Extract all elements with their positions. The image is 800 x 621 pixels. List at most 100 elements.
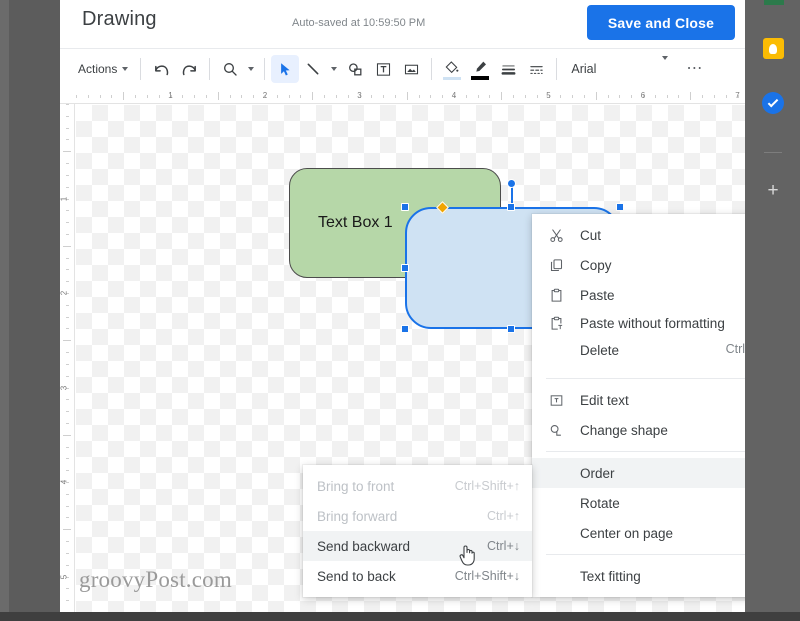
- keep-icon[interactable]: [762, 38, 784, 59]
- ruler-tick: [63, 340, 71, 342]
- menu-item-change-shape-label: Change shape: [580, 422, 668, 438]
- actions-menu-label: Actions: [78, 62, 118, 76]
- line-dropdown-caret[interactable]: [327, 55, 341, 83]
- menu-item-paste[interactable]: Paste Ctrl+V: [532, 280, 745, 310]
- menu-item-order[interactable]: Order: [532, 458, 745, 488]
- undo-icon[interactable]: [147, 55, 175, 83]
- menu-item-rotate[interactable]: Rotate: [532, 488, 745, 518]
- ruler-tick: [66, 186, 69, 188]
- text-box-icon[interactable]: [369, 55, 397, 83]
- ruler-label: 3: [60, 385, 69, 390]
- submenu-item-bring-to-front: Bring to front Ctrl+Shift+↑: [303, 471, 532, 501]
- ruler-tick: [536, 95, 538, 98]
- submenu-item-send-to-back-label: Send to back: [317, 568, 396, 584]
- menu-item-copy[interactable]: Copy Ctrl+C: [532, 250, 745, 280]
- submenu-item-send-to-back[interactable]: Send to back Ctrl+Shift+↓: [303, 561, 532, 591]
- horizontal-ruler[interactable]: 1 2 3 4 5 6 7: [60, 89, 745, 104]
- ruler-tick: [66, 281, 69, 283]
- menu-item-delete[interactable]: Delete: [532, 336, 745, 364]
- ruler-tick: [595, 92, 597, 100]
- ruler-label: 5: [546, 91, 551, 100]
- border-color-icon[interactable]: [466, 55, 494, 83]
- green-text-box-label: Text Box 1: [318, 214, 393, 231]
- drawing-dialog: Drawing Auto-saved at 10:59:50 PM Save a…: [60, 0, 745, 612]
- shape-icon[interactable]: [341, 55, 369, 83]
- ruler-tick: [394, 95, 396, 98]
- ruler-tick: [288, 95, 290, 98]
- add-panel-button[interactable]: +: [767, 181, 778, 200]
- toolbar-divider: [264, 58, 266, 80]
- edit-text-icon: [546, 390, 566, 410]
- menu-item-text-fitting[interactable]: Text fitting: [532, 561, 745, 591]
- ruler-tick: [182, 95, 184, 98]
- ruler-tick: [66, 552, 69, 554]
- rotate-handle[interactable]: [507, 179, 516, 188]
- ruler-tick: [66, 505, 69, 507]
- selection-handle-top-right[interactable]: [616, 203, 624, 211]
- fill-color-icon[interactable]: [438, 55, 466, 83]
- ruler-tick: [66, 352, 69, 354]
- border-weight-icon[interactable]: [494, 55, 522, 83]
- font-name-button[interactable]: Arial: [563, 56, 604, 82]
- ruler-tick: [690, 92, 692, 100]
- paste-plain-icon: [546, 313, 566, 333]
- chevron-down-icon[interactable]: [656, 54, 674, 84]
- selection-handle-bottom-center[interactable]: [507, 325, 515, 333]
- menu-item-change-shape[interactable]: Change shape: [532, 415, 745, 445]
- ruler-tick: [99, 95, 101, 98]
- ruler-tick: [513, 95, 515, 98]
- ruler-tick: [312, 92, 314, 100]
- zoom-icon[interactable]: [216, 55, 244, 83]
- menu-item-edit-text[interactable]: Edit text: [532, 385, 745, 415]
- toolbar-divider: [556, 58, 558, 80]
- image-icon[interactable]: [397, 55, 425, 83]
- tasks-icon[interactable]: [762, 92, 784, 114]
- selection-handle-top-left[interactable]: [401, 203, 409, 211]
- ruler-tick: [66, 257, 69, 259]
- blank-icon-slot: [546, 463, 566, 483]
- ruler-tick: [524, 95, 526, 98]
- border-dash-icon[interactable]: [522, 55, 550, 83]
- blank-icon-slot: [546, 493, 566, 513]
- toolbar-divider: [431, 58, 433, 80]
- actions-menu-button[interactable]: Actions: [72, 56, 134, 82]
- ruler-tick: [383, 95, 385, 98]
- zoom-dropdown-caret[interactable]: [244, 55, 258, 83]
- menu-item-cut[interactable]: Cut Ctrl+X: [532, 220, 745, 250]
- vertical-ruler[interactable]: 1 2 3 4 5: [60, 104, 75, 612]
- ruler-tick: [63, 151, 71, 153]
- shape-context-menu: Cut Ctrl+X Copy Ctrl+C Paste Ctrl+V: [532, 214, 745, 597]
- ruler-tick: [205, 95, 207, 98]
- redo-icon[interactable]: [175, 55, 203, 83]
- save-and-close-button[interactable]: Save and Close: [587, 5, 735, 40]
- select-icon[interactable]: [271, 55, 300, 83]
- line-icon[interactable]: [299, 55, 327, 83]
- menu-item-paste-without-formatting[interactable]: Paste without formatting: [532, 310, 745, 336]
- more-options-icon[interactable]: ⋯: [682, 58, 707, 80]
- sidebar-divider: [764, 152, 782, 153]
- menu-item-center-on-page[interactable]: Center on page: [532, 518, 745, 548]
- toolbar-divider: [209, 58, 211, 80]
- ruler-tick: [63, 529, 71, 531]
- submenu-item-send-backward[interactable]: Send backward Ctrl+↓: [303, 531, 532, 561]
- ruler-tick: [66, 375, 69, 377]
- selection-handle-middle-left[interactable]: [401, 264, 409, 272]
- change-shape-icon: [546, 420, 566, 440]
- selection-handle-top-center[interactable]: [507, 203, 515, 211]
- submenu-item-send-backward-label: Send backward: [317, 538, 411, 554]
- menu-item-paste-label: Paste: [580, 287, 615, 303]
- cut-icon: [546, 225, 566, 245]
- ruler-tick: [66, 163, 69, 165]
- ruler-tick: [702, 95, 704, 98]
- toolbar-divider: [140, 58, 142, 80]
- ruler-label: 1: [168, 91, 173, 100]
- submenu-item-send-backward-shortcut: Ctrl+↓: [487, 539, 520, 553]
- ruler-tick: [66, 222, 69, 224]
- right-sidebar: +: [755, 0, 791, 612]
- ruler-tick: [229, 95, 231, 98]
- border-color-swatch: [471, 76, 490, 80]
- ruler-tick: [253, 95, 255, 98]
- menu-item-text-fitting-label: Text fitting: [580, 568, 641, 584]
- selection-handle-bottom-left[interactable]: [401, 325, 409, 333]
- menu-item-paste-without-formatting-label: Paste without formatting: [580, 315, 725, 331]
